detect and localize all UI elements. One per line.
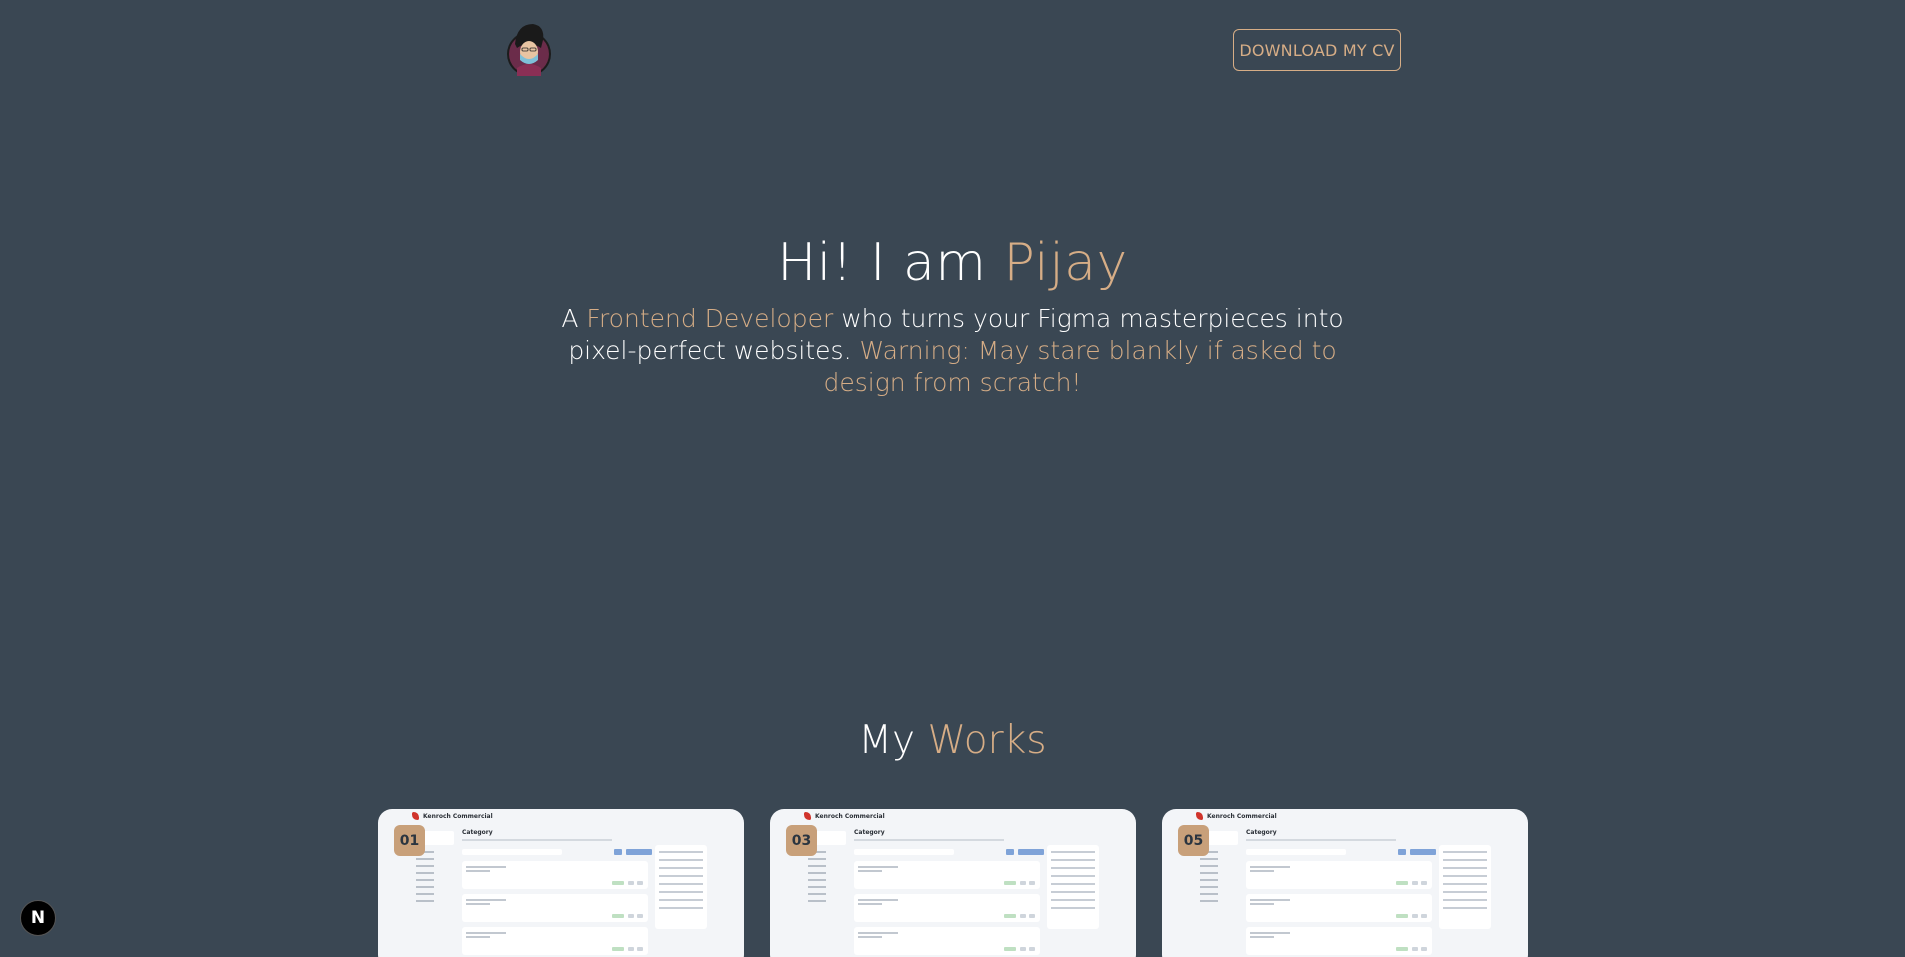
site-header: DOWNLOAD MY CV [0,0,1905,100]
work-card[interactable]: 05 Kenroch Commercial Category [1162,809,1528,957]
hero-sub-role: Frontend Developer [586,304,834,333]
preview-side-panel [1439,845,1491,929]
preview-brand: Kenroch Commercial [1207,812,1277,820]
work-card-number: 05 [1178,825,1209,856]
works-title-white: My [858,718,928,763]
hero-subtitle: A Frontend Developer who turns your Figm… [540,303,1365,399]
preview-header: Kenroch Commercial [804,812,885,820]
work-card-number: 01 [394,825,425,856]
work-card[interactable]: 01 Kenroch Commercial Category [378,809,744,957]
works-title: My Works [0,716,1905,766]
preview-header: Kenroch Commercial [412,812,493,820]
preview-page-title: Category [462,829,493,836]
preview-header: Kenroch Commercial [1196,812,1277,820]
preview-logo [412,812,419,820]
hero-sub-warning: Warning: May stare blankly if asked to d… [823,336,1337,397]
preview-main: Category [1246,829,1436,957]
works-title-accent: Works [927,718,1047,763]
preview-side-panel [655,845,707,929]
hero-greeting: Hi! I am [777,233,1004,293]
preview-main: Category [854,829,1044,957]
work-card[interactable]: 03 Kenroch Commercial Category [770,809,1136,957]
preview-main: Category [462,829,652,957]
hero-title: Hi! I am Pijay [0,232,1905,294]
download-cv-button[interactable]: DOWNLOAD MY CV [1233,29,1401,71]
hero-name: Pijay [1003,233,1128,293]
work-card-number: 03 [786,825,817,856]
hero-sub-part1: A [561,304,587,333]
nextjs-dev-badge[interactable]: N [20,900,56,936]
preview-page-title: Category [1246,829,1277,836]
preview-side-panel [1047,845,1099,929]
preview-logo [804,812,811,820]
preview-page-title: Category [854,829,885,836]
works-grid: 01 Kenroch Commercial Category 03 Kenroc… [0,809,1905,957]
preview-brand: Kenroch Commercial [423,812,493,820]
avatar[interactable] [505,20,553,78]
preview-brand: Kenroch Commercial [815,812,885,820]
preview-logo [1196,812,1203,820]
